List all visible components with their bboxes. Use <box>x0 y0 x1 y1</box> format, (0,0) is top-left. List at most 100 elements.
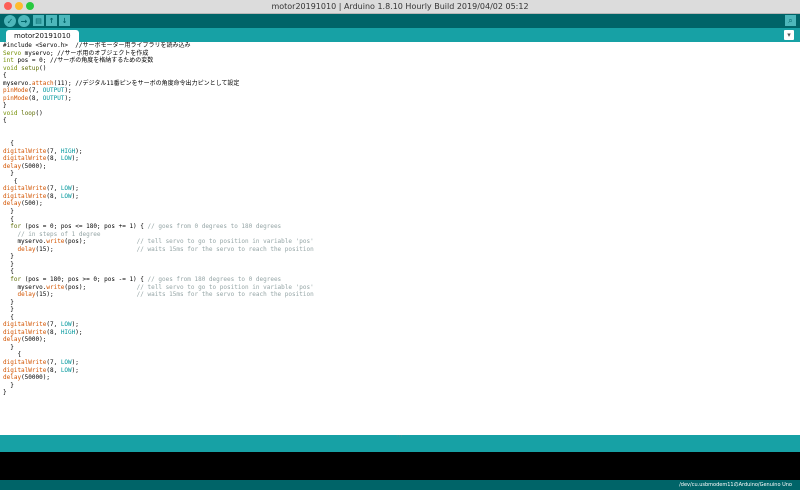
code-line[interactable]: delay(5000); <box>3 336 314 344</box>
code-token: (7, <box>46 185 61 193</box>
serial-monitor-button[interactable]: ⌕ <box>785 15 796 26</box>
code-token: digitalWrite <box>3 358 47 366</box>
open-button[interactable]: ↑ <box>46 15 57 26</box>
code-line[interactable]: } <box>3 170 314 178</box>
code-line[interactable]: pinMode(8, OUTPUT); <box>3 95 314 103</box>
code-line[interactable]: digitalWrite(7, LOW); <box>3 359 314 367</box>
code-token: ); <box>71 185 79 193</box>
code-line[interactable]: void setup() <box>3 65 314 73</box>
code-token: digitalWrite <box>3 328 47 336</box>
toolbar: ✓ → ▤ ↑ ↓ ⌕ <box>0 14 800 28</box>
code-line[interactable]: for (pos = 180; pos >= 0; pos -= 1) { //… <box>3 276 314 284</box>
code-token: pinMode <box>3 87 29 95</box>
code-token: // waits 15ms for the servo to reach the… <box>136 291 314 299</box>
resize-handle-icon[interactable]: ⋯ <box>396 432 403 440</box>
code-line[interactable]: } <box>3 208 314 216</box>
code-token: { <box>3 117 7 125</box>
code-token: (7, <box>28 87 43 95</box>
code-token: (7, <box>46 321 61 329</box>
code-line[interactable]: { <box>3 178 314 186</box>
code-token: } <box>3 343 14 351</box>
code-line[interactable]: } <box>3 306 314 314</box>
code-line[interactable]: } <box>3 382 314 390</box>
code-line[interactable]: { <box>3 140 314 148</box>
code-token: // goes from 0 degrees to 180 degrees <box>147 223 282 231</box>
code-line[interactable]: { <box>3 268 314 276</box>
code-token: () <box>35 109 43 117</box>
tab-motor20191010[interactable]: motor20191010 <box>6 30 79 42</box>
code-line[interactable] <box>3 133 314 141</box>
code-line[interactable]: for (pos = 0; pos <= 180; pos += 1) { //… <box>3 223 314 231</box>
code-line[interactable]: delay(15); // waits 15ms for the servo t… <box>3 245 314 254</box>
code-token: // waits 15ms for the servo to reach the… <box>136 245 314 253</box>
new-button[interactable]: ▤ <box>33 15 44 26</box>
code-token: } <box>3 389 7 397</box>
code-line[interactable]: { <box>3 314 314 322</box>
arrow-right-icon: → <box>20 16 28 26</box>
console-divider[interactable]: ⋯ <box>0 432 800 452</box>
code-line[interactable]: int pos = 0; //サーボの角度を格納するための変数 <box>3 57 314 65</box>
code-token: (8, <box>46 155 61 163</box>
source-code[interactable]: #include <Servo.h> //サーボモーター用ライブラリを読み込み S… <box>3 42 314 397</box>
code-line[interactable]: void loop() <box>3 110 314 118</box>
code-line[interactable]: myservo.write(pos); // tell servo to go … <box>3 283 313 292</box>
code-token: setup <box>21 64 40 72</box>
code-token: digitalWrite <box>3 147 47 155</box>
code-token: () <box>39 64 47 72</box>
code-line[interactable]: } <box>3 299 314 307</box>
code-line[interactable]: digitalWrite(8, LOW); <box>3 155 314 163</box>
code-line[interactable]: { <box>3 117 314 125</box>
code-line[interactable]: delay(500); <box>3 200 314 208</box>
code-editor[interactable]: #include <Servo.h> //サーボモーター用ライブラリを読み込み S… <box>0 42 800 435</box>
board-port-label: /dev/cu.usbmodem11のArduino/Genuino Uno <box>679 482 792 488</box>
verify-button[interactable]: ✓ <box>4 15 16 27</box>
code-token: // tell servo to go to position in varia… <box>136 238 314 246</box>
code-token: myservo. <box>3 79 32 87</box>
code-token: delay <box>3 200 22 208</box>
code-line[interactable] <box>3 125 314 133</box>
code-token: (8, <box>46 366 61 374</box>
code-token: myservo. <box>3 283 47 291</box>
code-line[interactable]: myservo.write(pos); // tell servo to go … <box>3 238 314 246</box>
code-line[interactable]: digitalWrite(8, LOW); <box>3 367 314 375</box>
code-token: (500); <box>21 200 43 208</box>
code-line[interactable]: digitalWrite(7, LOW); <box>3 185 314 193</box>
code-line[interactable]: digitalWrite(8, LOW); <box>3 193 314 201</box>
code-line[interactable]: } <box>3 261 314 269</box>
code-token: myservo; //サーボ用のオブジェクトを作成 <box>21 49 149 57</box>
save-button[interactable]: ↓ <box>59 15 70 26</box>
code-token: digitalWrite <box>3 155 47 163</box>
code-line[interactable]: { <box>3 72 314 80</box>
code-line[interactable]: // in steps of 1 degree <box>3 231 314 239</box>
code-line[interactable]: digitalWrite(7, HIGH); <box>3 148 314 156</box>
code-line[interactable]: delay(15); // waits 15ms for the servo t… <box>3 291 314 299</box>
status-bar: /dev/cu.usbmodem11のArduino/Genuino Uno <box>0 480 800 490</box>
code-line[interactable]: myservo.attach(11); //デジタル11番ピンをサーボの角度命令… <box>3 80 314 88</box>
console-output <box>0 452 800 480</box>
code-line[interactable]: } <box>3 389 314 397</box>
code-line[interactable]: pinMode(7, OUTPUT); <box>3 87 314 95</box>
code-token: void <box>3 64 18 72</box>
code-token: (pos); <box>64 283 137 291</box>
code-line[interactable]: Servo myservo; //サーボ用のオブジェクトを作成 <box>3 50 314 58</box>
code-line[interactable]: { <box>3 216 314 224</box>
code-token: HIGH <box>60 328 76 336</box>
code-line[interactable]: delay(5000); <box>3 163 314 171</box>
code-token: ); <box>71 155 79 163</box>
tab-menu-button[interactable]: ▾ <box>784 30 794 40</box>
code-line[interactable]: } <box>3 253 314 261</box>
code-line[interactable]: { <box>3 351 314 359</box>
code-token: (7, <box>46 147 61 155</box>
code-token: (11); //デジタル11番ピンをサーボの角度命令出力ピンとして設定 <box>53 79 240 87</box>
code-line[interactable]: delay(50000); <box>3 374 314 382</box>
code-token: LOW <box>60 192 72 200</box>
code-line[interactable]: } <box>3 102 314 110</box>
code-line[interactable]: #include <Servo.h> //サーボモーター用ライブラリを読み込み <box>3 42 314 50</box>
upload-button[interactable]: → <box>18 15 30 27</box>
code-token: } <box>3 260 14 268</box>
code-line[interactable]: digitalWrite(8, HIGH); <box>3 329 314 337</box>
code-line[interactable]: } <box>3 344 314 352</box>
menu-icon: ▾ <box>787 31 791 39</box>
code-line[interactable]: digitalWrite(7, LOW); <box>3 321 314 329</box>
